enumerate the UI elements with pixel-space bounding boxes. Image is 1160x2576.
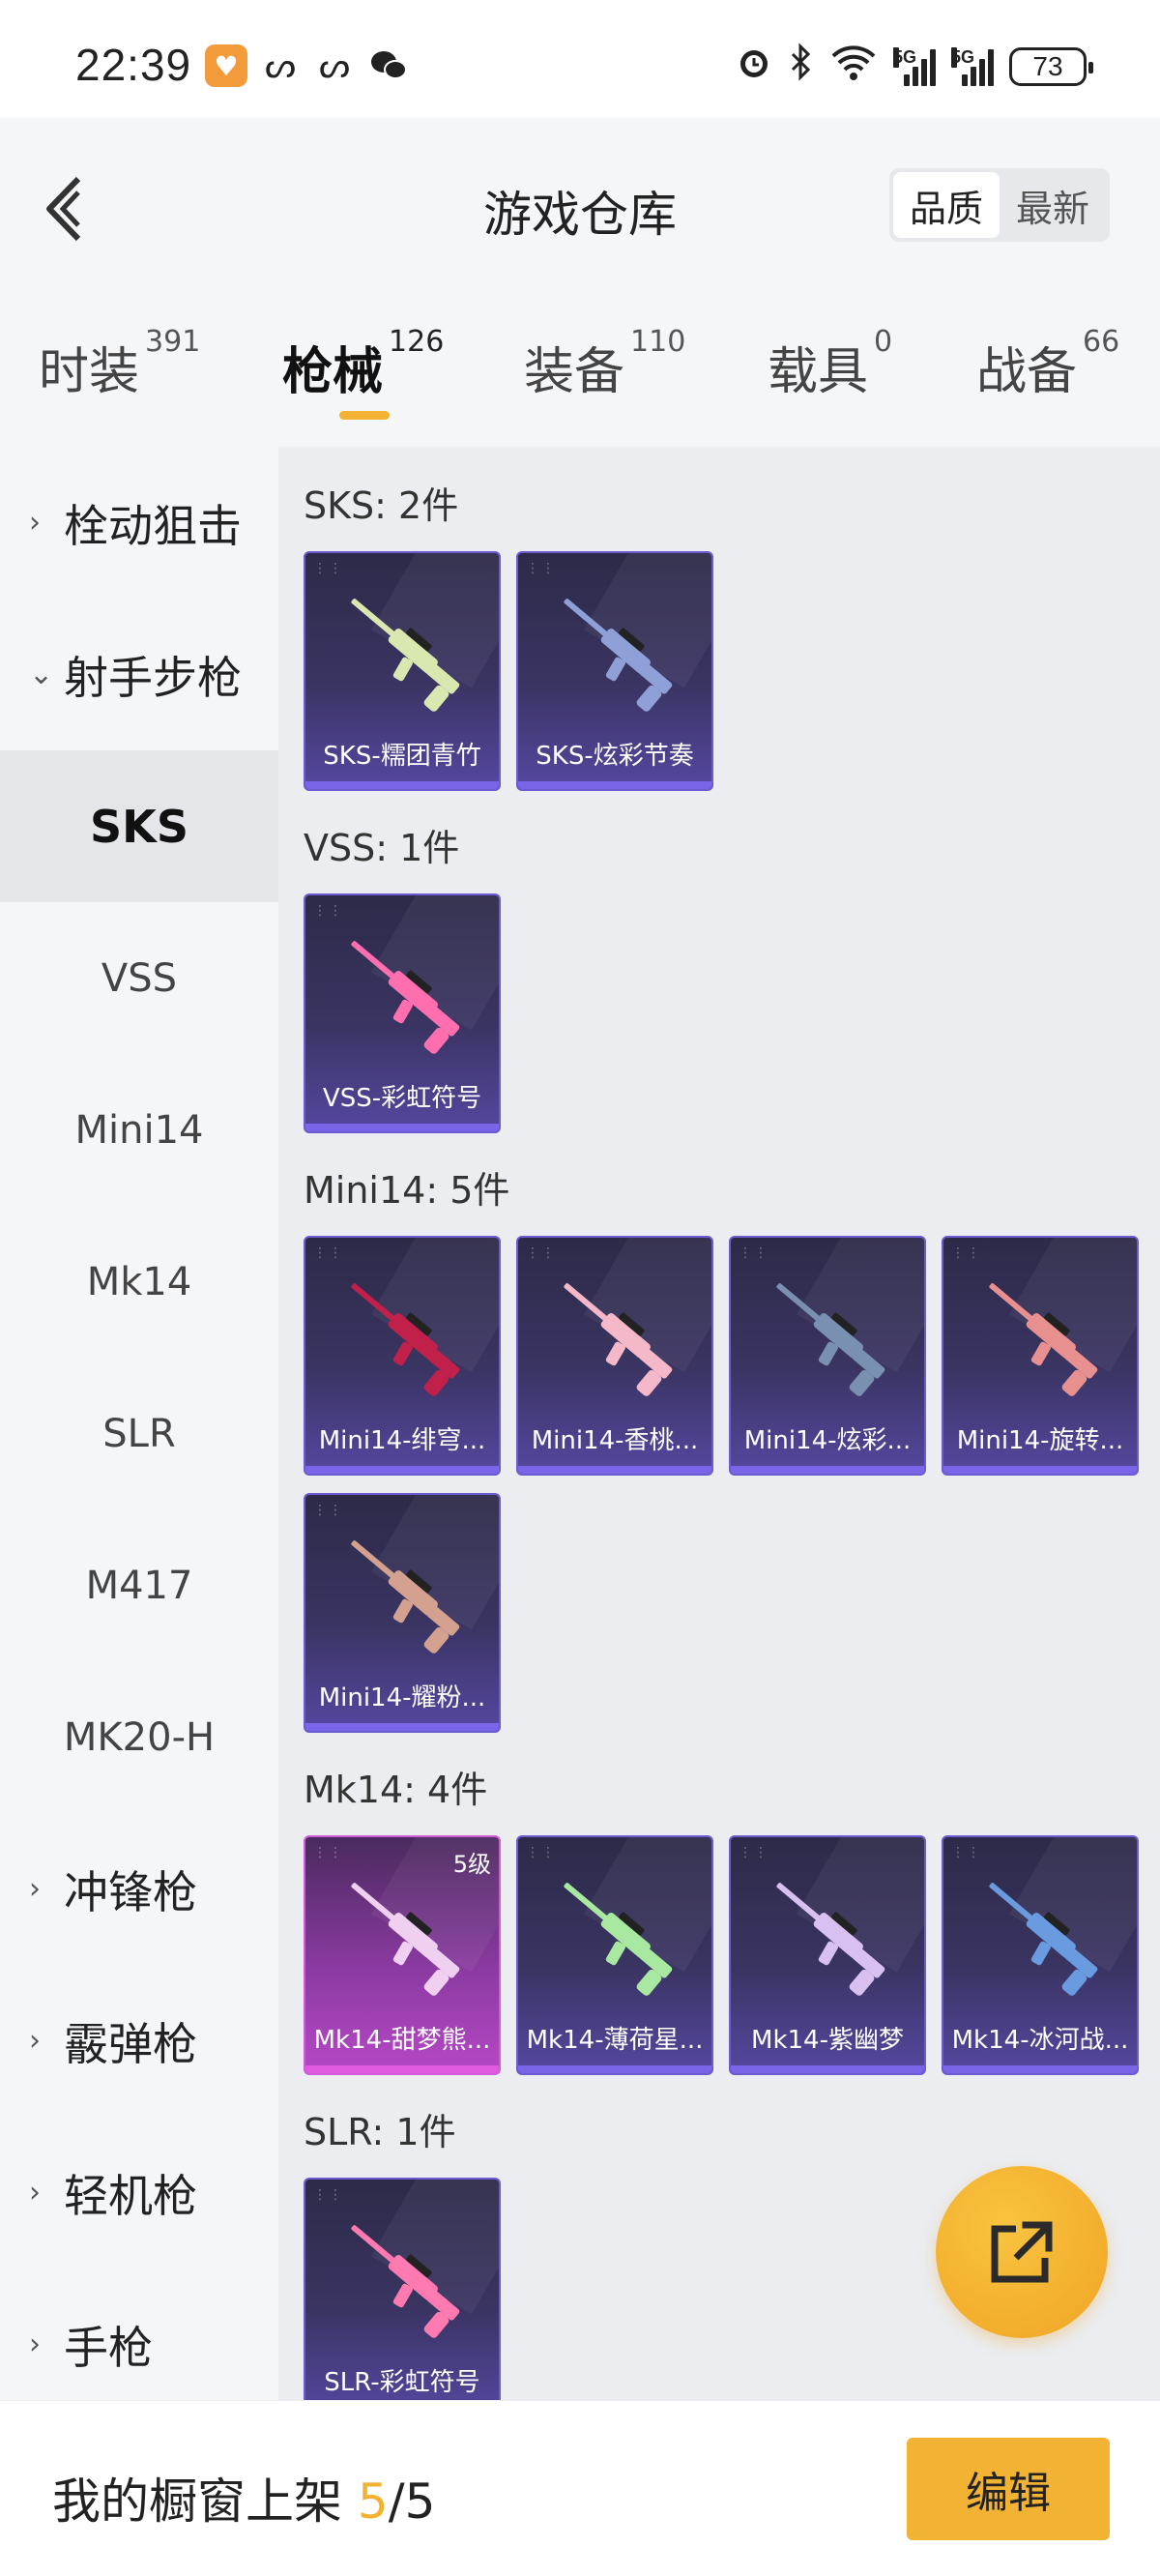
chevron-right-icon: ›	[29, 1872, 41, 1906]
status-indicators: 5G 5G 73	[735, 43, 1093, 90]
share-external-icon	[991, 2221, 1053, 2283]
rifle-icon	[351, 1540, 460, 1654]
sort-toggle: 品质 最新	[889, 168, 1110, 242]
sidebar: › 栓动狙击 ⌄ 射手步枪 SKS VSS Mini14 Mk14 SLR M417…	[0, 447, 278, 2400]
sort-newest-button[interactable]: 最新	[1000, 172, 1106, 238]
rifle-icon	[351, 1283, 460, 1396]
item-name: Mk14-冰河战...	[951, 2026, 1129, 2055]
item-card[interactable]: ⋮⋮ VSS-彩虹符号	[304, 893, 501, 1133]
alarm-icon	[735, 43, 773, 90]
status-bar: 22:39 ♥ ᔕ ᔕ 5G 5G 73	[0, 0, 1160, 118]
signal-icon-2: 5G	[951, 46, 994, 86]
item-card[interactable]: ⋮⋮ Mini14-旋转...	[942, 1236, 1139, 1476]
shelf-current-count: 5	[357, 2474, 389, 2530]
back-arrow-icon	[46, 176, 81, 242]
rifle-icon	[564, 1883, 673, 1996]
rifle-icon	[351, 941, 460, 1054]
app-heart-icon: ♥	[205, 44, 247, 87]
share-button[interactable]	[936, 2166, 1108, 2338]
chevron-right-icon: ›	[29, 2327, 41, 2361]
category-tabs: 时装391 枪械126 装备110 载具0 战备66	[0, 292, 1160, 447]
wifi-icon	[829, 43, 878, 90]
item-card[interactable]: ⋮⋮ SKS-炫彩节奏	[516, 551, 713, 791]
tab-supplies[interactable]: 战备66	[976, 325, 1119, 403]
sidebar-item-slr[interactable]: SLR	[0, 1358, 278, 1509]
header: 游戏仓库 品质 最新	[0, 118, 1160, 292]
battery-icon: 73	[1009, 46, 1093, 86]
sidebar-item-lmg[interactable]: › 轻机枪	[0, 2117, 278, 2269]
item-name: Mini14-旋转...	[956, 1426, 1124, 1455]
item-card[interactable]: ⋮⋮ Mk14-薄荷星...	[516, 1835, 713, 2075]
item-grid: SKS: 2件 ⋮⋮ SKS-糯团青竹 ⋮⋮ SKS-炫彩节奏 VSS: 1件 ⋮⋮…	[278, 447, 1160, 2400]
item-name: SKS-糯团青竹	[323, 742, 481, 771]
item-name: Mk14-甜梦熊...	[313, 2026, 491, 2055]
item-name: Mini14-耀粉...	[318, 1683, 486, 1712]
item-card[interactable]: ⋮⋮ 5级 Mk14-甜梦熊...	[304, 1835, 501, 2075]
signal-icon-1: 5G	[893, 46, 936, 86]
rifle-icon	[776, 1283, 885, 1396]
rifle-icon	[989, 1883, 1098, 1996]
app-wave-icon-1: ᔕ	[264, 45, 297, 86]
sidebar-item-mk14[interactable]: Mk14	[0, 1206, 278, 1358]
app-wave-icon-2: ᔕ	[318, 45, 351, 86]
section-title-vss: VSS: 1件	[304, 827, 460, 869]
item-name: Mini14-香桃...	[531, 1426, 699, 1455]
rifle-icon	[989, 1283, 1098, 1396]
tab-fashion[interactable]: 时装391	[39, 325, 200, 403]
sidebar-item-mk20h[interactable]: MK20-H	[0, 1661, 278, 1813]
item-card[interactable]: ⋮⋮ Mini14-炫彩...	[729, 1236, 926, 1476]
sidebar-item-mini14[interactable]: Mini14	[0, 1054, 278, 1206]
sidebar-item-marksman[interactable]: ⌄ 射手步枪	[0, 599, 278, 750]
edit-button[interactable]: 编辑	[907, 2438, 1110, 2540]
section-title-slr: SLR: 1件	[304, 2111, 456, 2153]
sidebar-item-bolt-sniper[interactable]: › 栓动狙击	[0, 447, 278, 599]
chevron-down-icon: ⌄	[29, 658, 54, 691]
item-name: VSS-彩虹符号	[322, 1084, 482, 1113]
sidebar-item-shotgun[interactable]: › 霰弹枪	[0, 1965, 278, 2117]
item-card[interactable]: ⋮⋮ SLR-彩虹符号	[304, 2178, 501, 2400]
chevron-right-icon: ›	[29, 506, 41, 540]
wechat-icon	[367, 44, 410, 87]
bottom-bar: 我的橱窗上架 5/5 编辑	[0, 2400, 1160, 2576]
tab-equipment[interactable]: 装备110	[524, 325, 685, 403]
item-name: Mini14-炫彩...	[743, 1426, 912, 1455]
item-name: Mk14-紫幽梦	[751, 2026, 904, 2055]
item-name: Mk14-薄荷星...	[526, 2026, 704, 2055]
back-button[interactable]	[29, 170, 97, 248]
sidebar-item-pistol[interactable]: › 手枪	[0, 2269, 278, 2420]
status-time: 22:39	[75, 40, 192, 90]
bluetooth-icon	[789, 43, 814, 90]
item-card[interactable]: ⋮⋮ Mini14-绯穹...	[304, 1236, 501, 1476]
item-card[interactable]: ⋮⋮ Mk14-冰河战...	[942, 1835, 1139, 2075]
sidebar-item-vss[interactable]: VSS	[0, 902, 278, 1054]
rifle-icon	[351, 599, 460, 712]
rifle-icon	[564, 599, 673, 712]
sidebar-item-m417[interactable]: M417	[0, 1509, 278, 1661]
rifle-icon	[564, 1283, 673, 1396]
rifle-icon	[351, 1883, 460, 1996]
section-title-mk14: Mk14: 4件	[304, 1769, 488, 1811]
rifle-icon	[776, 1883, 885, 1996]
item-card[interactable]: ⋮⋮ SKS-糯团青竹	[304, 551, 501, 791]
tab-guns[interactable]: 枪械126	[282, 325, 444, 403]
item-card[interactable]: ⋮⋮ Mk14-紫幽梦	[729, 1835, 926, 2075]
sort-quality-button[interactable]: 品质	[893, 172, 1000, 238]
section-title-mini14: Mini14: 5件	[304, 1169, 510, 1212]
shelf-status: 我的橱窗上架 5/5	[52, 2474, 436, 2530]
item-name: Mini14-绯穹...	[318, 1426, 486, 1455]
sidebar-item-sks[interactable]: SKS	[0, 750, 278, 902]
tab-vehicles[interactable]: 载具0	[768, 325, 892, 403]
rifle-icon	[351, 2225, 460, 2338]
shelf-total-count: /5	[388, 2474, 436, 2530]
item-card[interactable]: ⋮⋮ Mini14-耀粉...	[304, 1493, 501, 1733]
chevron-right-icon: ›	[29, 2176, 41, 2210]
section-title-sks: SKS: 2件	[304, 484, 459, 527]
item-card[interactable]: ⋮⋮ Mini14-香桃...	[516, 1236, 713, 1476]
item-name: SKS-炫彩节奏	[536, 742, 694, 771]
item-name: SLR-彩虹符号	[324, 2368, 480, 2397]
chevron-right-icon: ›	[29, 2024, 41, 2058]
active-tab-indicator	[339, 411, 390, 420]
sidebar-item-smg[interactable]: › 冲锋枪	[0, 1813, 278, 1965]
status-app-icons: ♥ ᔕ ᔕ	[205, 44, 410, 87]
